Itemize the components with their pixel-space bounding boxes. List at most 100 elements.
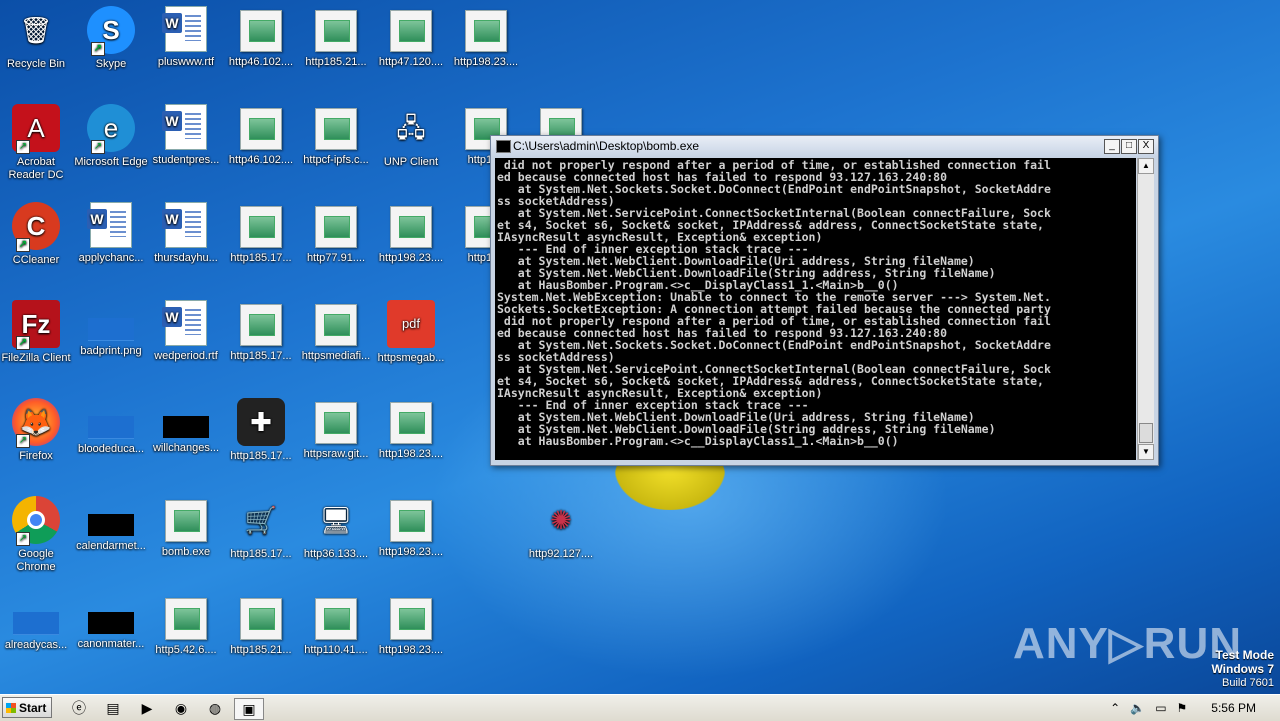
file-icon <box>390 206 432 248</box>
desktop-icon[interactable]: http185.21... <box>223 594 299 657</box>
shortcut-arrow-icon: ↗ <box>91 140 105 154</box>
edge-icon[interactable]: ◍ <box>204 698 226 718</box>
desktop-icon[interactable]: http198.23.... <box>373 496 449 559</box>
file-icon <box>240 10 282 52</box>
file-icon <box>165 500 207 542</box>
desktop-icon-label: http36.133.... <box>303 548 369 560</box>
flag-icon[interactable]: ⚑ <box>1177 701 1188 715</box>
start-button[interactable]: Start <box>2 697 52 718</box>
desktop-icon[interactable]: http46.102.... <box>223 104 299 167</box>
explorer-icon[interactable]: ▤ <box>102 698 124 718</box>
file-icon <box>390 10 432 52</box>
file-icon <box>240 206 282 248</box>
chrome-icon[interactable]: ◉ <box>170 698 192 718</box>
console-titlebar[interactable]: C:\Users\admin\Desktop\bomb.exe _ □ X <box>491 136 1158 156</box>
desktop-icon[interactable]: ✺ http92.127.... <box>523 496 599 561</box>
acrobat-icon: A ↗ <box>12 104 60 154</box>
desktop-icon[interactable]: http198.23.... <box>373 594 449 657</box>
desktop-icon[interactable]: 🖥 http36.133.... <box>298 496 374 561</box>
media-player-icon[interactable]: ▶ <box>136 698 158 718</box>
desktop-icon[interactable]: badprint.png <box>73 300 149 358</box>
desktop-icon[interactable]: bomb.exe <box>148 496 224 559</box>
tray-expand-icon[interactable]: ⌃ <box>1110 701 1120 715</box>
shortcut-arrow-icon: ↗ <box>91 42 105 56</box>
console-output[interactable]: did not properly respond after a period … <box>495 158 1136 460</box>
desktop-icon[interactable]: Wthursdayhu... <box>148 202 224 265</box>
desktop-icon-label: wedperiod.rtf <box>154 350 218 362</box>
word-document-icon: W <box>162 104 207 150</box>
desktop-icon-label: http47.120.... <box>378 56 444 68</box>
desktop-icon[interactable]: willchanges... <box>148 398 224 455</box>
desktop-icon-label: willchanges... <box>152 442 220 454</box>
desktop-icon[interactable]: Wapplychanc... <box>73 202 149 265</box>
file-icon <box>465 10 507 52</box>
desktop-icon-label: http185.17... <box>230 450 292 462</box>
desktop-icon[interactable]: httpsraw.git... <box>298 398 374 461</box>
desktop-icon[interactable]: http198.23.... <box>448 6 524 69</box>
desktop-icon[interactable]: canonmater... <box>73 594 149 651</box>
network-icon[interactable]: ▭ <box>1155 701 1166 715</box>
shortcut-arrow-icon: ↗ <box>16 336 30 350</box>
desktop-icon[interactable]: calendarmet... <box>73 496 149 553</box>
desktop-icon[interactable]: S ↗ Skype <box>73 6 149 71</box>
desktop-icon[interactable]: http47.120.... <box>373 6 449 69</box>
taskbar: Start ⓔ ▤ ▶ ◉ ◍ ▣ ⌃ 🔈 ▭ ⚑ 5:56 PM <box>0 694 1280 721</box>
desktop-icon[interactable]: ✚ http185.17... <box>223 398 299 463</box>
desktop-icon[interactable]: httpcf-ipfs.c... <box>298 104 374 167</box>
desktop-icon-label: httpsraw.git... <box>303 448 369 460</box>
desktop-icon-label: Acrobat Reader DC <box>8 156 64 181</box>
console-scrollbar[interactable]: ▲ ▼ <box>1137 158 1154 460</box>
maximize-button[interactable]: □ <box>1121 139 1137 154</box>
desktop-icon[interactable]: http185.17... <box>223 300 299 363</box>
desktop-icon[interactable]: http5.42.6.... <box>148 594 224 657</box>
desktop-icon-label: alreadycas... <box>4 639 68 651</box>
desktop-icon[interactable]: http46.102.... <box>223 6 299 69</box>
desktop-icon-label: Firefox <box>19 450 53 462</box>
scroll-thumb[interactable] <box>1139 423 1153 443</box>
word-document-icon: W <box>162 6 207 52</box>
desktop-icon-label: http110.41.... <box>304 644 368 656</box>
desktop-icon[interactable]: 🛒 http185.17... <box>223 496 299 561</box>
desktop-icon[interactable]: 🦊 ↗ Firefox <box>0 398 74 463</box>
volume-icon[interactable]: 🔈 <box>1130 701 1145 715</box>
console-task-icon[interactable]: ▣ <box>234 698 264 720</box>
desktop-icon[interactable]: Wwedperiod.rtf <box>148 300 224 363</box>
scroll-up-icon[interactable]: ▲ <box>1138 158 1154 174</box>
scroll-down-icon[interactable]: ▼ <box>1138 444 1154 460</box>
firefox-icon: 🦊 ↗ <box>12 398 60 448</box>
cmd-icon <box>496 140 511 153</box>
desktop-icon[interactable]: Wstudentpres... <box>148 104 224 167</box>
desktop-icon[interactable]: 🗑 Recycle Bin <box>0 6 74 71</box>
desktop-icon[interactable]: httpsmediafi... <box>298 300 374 363</box>
desktop-icon[interactable]: C ↗ CCleaner <box>0 202 74 267</box>
minimize-button[interactable]: _ <box>1104 139 1120 154</box>
desktop-icon[interactable]: ↗ Google Chrome <box>0 496 74 574</box>
file-icon <box>390 500 432 542</box>
desktop-icon[interactable]: e ↗ Microsoft Edge <box>73 104 149 169</box>
desktop-icon[interactable]: A ↗ Acrobat Reader DC <box>0 104 74 182</box>
desktop-icon[interactable]: http110.41.... <box>298 594 374 657</box>
desktop-icon-label: http198.23.... <box>378 644 444 656</box>
desktop-icon[interactable]: bloodeduca... <box>73 398 149 456</box>
desktop-icon[interactable]: http77.91.... <box>298 202 374 265</box>
shortcut-arrow-icon: ↗ <box>16 140 30 154</box>
desktop-icon[interactable]: http198.23.... <box>373 202 449 265</box>
clock[interactable]: 5:56 PM <box>1197 701 1272 715</box>
image-thumbnail-icon <box>13 612 59 635</box>
desktop-icon[interactable]: http185.21... <box>298 6 374 69</box>
desktop-icon-label: bomb.exe <box>161 546 211 558</box>
desktop-icon[interactable]: 🖧 UNP Client <box>373 104 449 169</box>
desktop-icon[interactable]: Wpluswww.rtf <box>148 6 224 69</box>
close-button[interactable]: X <box>1138 139 1154 154</box>
console-window[interactable]: C:\Users\admin\Desktop\bomb.exe _ □ X di… <box>490 135 1159 466</box>
desktop-icon-label: Microsoft Edge <box>74 156 148 168</box>
desktop-icon[interactable]: http198.23.... <box>373 398 449 461</box>
desktop-icon[interactable]: http185.17... <box>223 202 299 265</box>
recycle-bin-icon: 🗑 <box>19 15 53 45</box>
desktop-icon[interactable]: pdf httpsmegab... <box>373 300 449 365</box>
desktop-icon[interactable]: alreadycas... <box>0 594 74 652</box>
file-icon <box>240 598 282 640</box>
desktop-icon-label: Skype <box>95 58 127 70</box>
ie-icon[interactable]: ⓔ <box>68 698 90 718</box>
desktop-icon[interactable]: Fz ↗ FileZilla Client <box>0 300 74 365</box>
